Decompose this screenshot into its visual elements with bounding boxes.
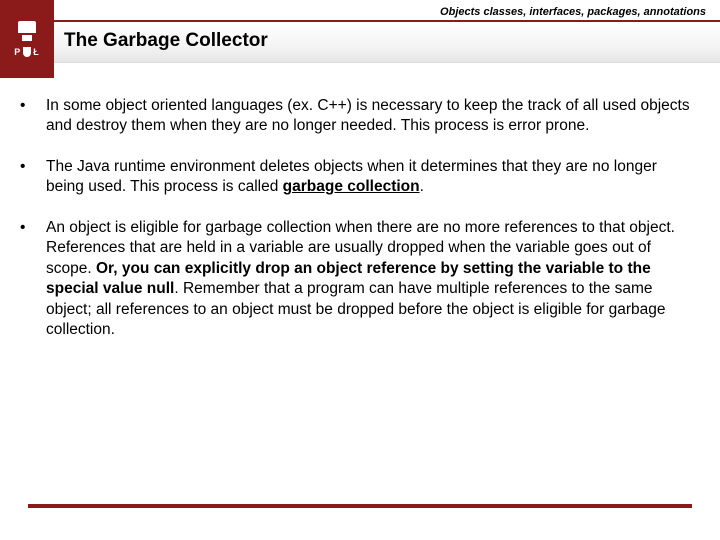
text-run: . <box>420 178 424 195</box>
logo-letter-left: P <box>14 47 21 57</box>
bullet-text: The Java runtime environment deletes obj… <box>46 157 692 198</box>
bullet-marker: • <box>18 157 46 198</box>
bullet-item: • In some object oriented languages (ex.… <box>18 96 692 137</box>
bullet-marker: • <box>18 96 46 137</box>
title-bar: The Garbage Collector <box>54 22 720 63</box>
text-run: garbage collection <box>283 178 420 195</box>
slide-content: • In some object oriented languages (ex.… <box>0 78 720 341</box>
bullet-text: In some object oriented languages (ex. C… <box>46 96 692 137</box>
university-logo: P Ł <box>0 0 54 78</box>
logo-shield-icon <box>23 47 31 57</box>
bullet-item: • An object is eligible for garbage coll… <box>18 218 692 341</box>
bullet-marker: • <box>18 218 46 341</box>
text-run: In some object oriented languages (ex. C… <box>46 97 690 134</box>
slide-header: P Ł Objects classes, interfaces, package… <box>0 0 720 78</box>
logo-letter-right: Ł <box>33 47 40 57</box>
bullet-text: An object is eligible for garbage collec… <box>46 218 692 341</box>
footer-divider <box>28 504 692 508</box>
breadcrumb: Objects classes, interfaces, packages, a… <box>54 0 720 20</box>
bullet-item: • The Java runtime environment deletes o… <box>18 157 692 198</box>
page-title: The Garbage Collector <box>64 30 710 52</box>
